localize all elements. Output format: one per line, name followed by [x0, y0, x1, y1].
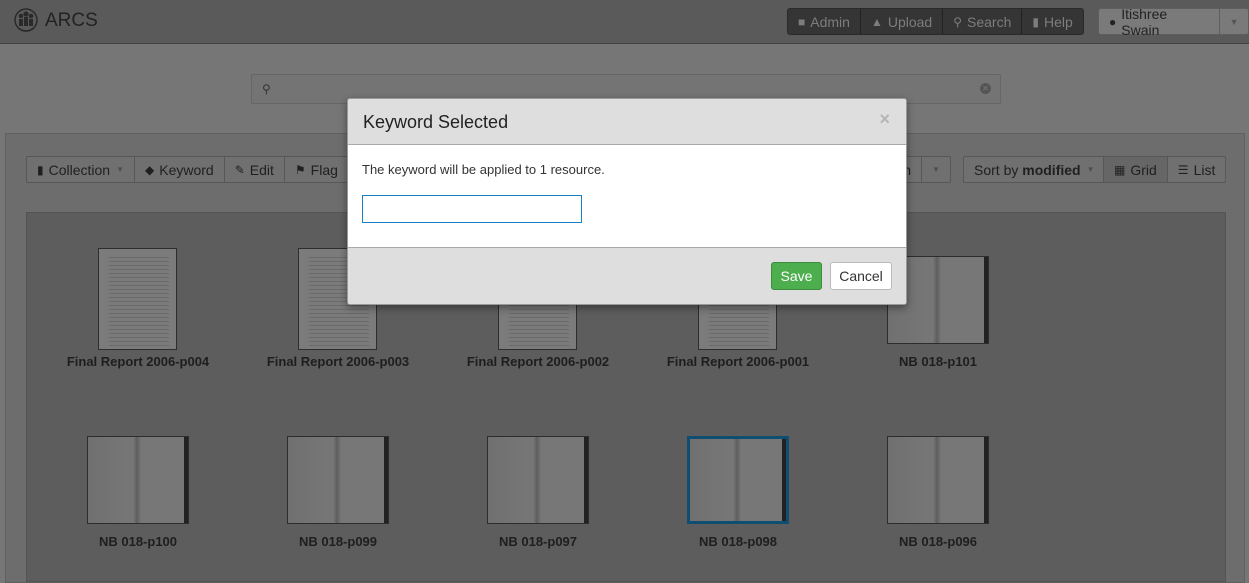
modal-footer: Save Cancel	[348, 247, 906, 304]
nav-upload[interactable]: ▲ Upload	[861, 9, 944, 34]
main-nav: ■ Admin ▲ Upload ⚲ Search ▮ Help	[787, 8, 1084, 35]
flag-button[interactable]: ⚑ Flag	[285, 157, 355, 182]
flag-icon: ⚑	[294, 162, 306, 177]
user-button[interactable]: ● Itishree Swain	[1099, 6, 1221, 38]
view-toggle: ▦ Grid ☰ List	[1103, 156, 1227, 183]
brand-logo[interactable]: ARCS	[10, 8, 98, 34]
save-button[interactable]: Save	[771, 262, 822, 290]
navbar: ARCS ■ Admin ▲ Upload ⚲ Search ▮ Help ● Itish…	[0, 0, 1249, 44]
sort-dropdown[interactable]: Sort by modified ▼	[963, 156, 1106, 183]
caret-down-icon: ▼	[116, 165, 125, 174]
resource-label[interactable]: NB 018-p101	[838, 354, 1038, 369]
resource-label[interactable]: Final Report 2006-p002	[438, 354, 638, 369]
resource-thumbnail[interactable]	[887, 436, 989, 524]
clear-search-icon[interactable]: ✕	[980, 83, 991, 94]
list-view-button[interactable]: ☰ List	[1168, 157, 1226, 182]
user-menu: ● Itishree Swain ▼	[1098, 6, 1249, 38]
keyword-button[interactable]: ◆ Keyword	[135, 157, 225, 182]
list-icon: ☰	[1177, 162, 1189, 177]
collection-button[interactable]: ▮ Collection ▼	[27, 157, 136, 182]
arcs-logo-icon	[14, 8, 38, 32]
pencil-icon: ✎	[234, 162, 245, 177]
resource-label[interactable]: Final Report 2006-p004	[38, 354, 238, 369]
resource-label[interactable]: NB 018-p098	[638, 534, 838, 549]
book-icon: ▮	[37, 162, 44, 177]
modal-title: Keyword Selected	[363, 112, 509, 132]
edit-button[interactable]: ✎ Edit	[225, 157, 285, 182]
modal-body: The keyword will be applied to 1 resourc…	[348, 145, 906, 247]
nav-help[interactable]: ▮ Help	[1022, 9, 1082, 34]
modal-message: The keyword will be applied to 1 resourc…	[362, 162, 605, 177]
resource-thumbnail[interactable]	[687, 436, 789, 524]
grid-icon: ▦	[1114, 162, 1126, 177]
resource-thumbnail[interactable]	[98, 248, 177, 350]
resource-label[interactable]: NB 018-p100	[38, 534, 238, 549]
user-icon: ●	[1109, 14, 1117, 29]
obscured-dropdown-caret[interactable]: ▼	[922, 157, 950, 182]
modal-header: Keyword Selected ×	[348, 99, 906, 145]
caret-down-icon: ▼	[1086, 165, 1095, 174]
keyword-modal: Keyword Selected × The keyword will be a…	[347, 98, 907, 305]
nav-admin[interactable]: ■ Admin	[788, 9, 861, 34]
search-icon: ⚲	[953, 14, 962, 29]
resource-label[interactable]: NB 018-p099	[238, 534, 438, 549]
resource-thumbnail[interactable]	[287, 436, 389, 524]
grid-view-button[interactable]: ▦ Grid	[1104, 157, 1168, 182]
lock-icon: ■	[798, 14, 806, 29]
close-icon[interactable]: ×	[879, 109, 890, 130]
resource-thumbnail[interactable]	[87, 436, 189, 524]
actions-toolbar: ▮ Collection ▼ ◆ Keyword ✎ Edit ⚑ Flag	[26, 156, 356, 183]
app-title: ARCS	[45, 10, 98, 31]
user-dropdown-caret[interactable]: ▼	[1220, 9, 1248, 34]
resource-label[interactable]: NB 018-p097	[438, 534, 638, 549]
tag-icon: ◆	[145, 162, 155, 177]
book-icon: ▮	[1032, 14, 1039, 29]
resource-label[interactable]: Final Report 2006-p001	[638, 354, 838, 369]
cancel-button[interactable]: Cancel	[830, 262, 892, 290]
resource-thumbnail[interactable]	[487, 436, 589, 524]
keyword-input[interactable]	[362, 195, 582, 223]
resource-label[interactable]: NB 018-p096	[838, 534, 1038, 549]
upload-icon: ▲	[870, 14, 883, 29]
nav-search[interactable]: ⚲ Search	[943, 9, 1023, 34]
search-icon: ⚲	[262, 82, 271, 96]
resource-label[interactable]: Final Report 2006-p003	[238, 354, 438, 369]
